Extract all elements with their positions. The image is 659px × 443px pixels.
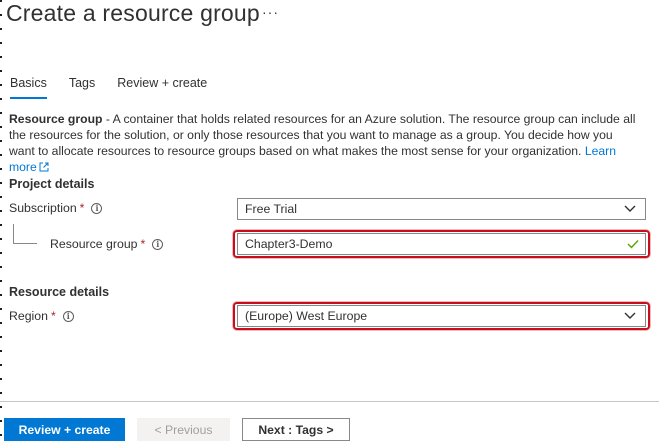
left-dashed-border: [0, 0, 4, 443]
review-create-button[interactable]: Review + create: [4, 418, 125, 441]
region-value: (Europe) West Europe: [245, 309, 368, 323]
chevron-down-icon: [624, 312, 636, 319]
subscription-label-text: Subscription: [9, 201, 77, 215]
subscription-value: Free Trial: [245, 202, 297, 216]
tab-bar: Basics Tags Review + create: [10, 76, 229, 99]
required-marker: *: [140, 237, 146, 251]
resource-group-value: Chapter3-Demo: [245, 237, 333, 251]
info-icon[interactable]: i: [62, 310, 74, 322]
page-title: Create a resource group: [6, 0, 260, 26]
tab-tags[interactable]: Tags: [69, 76, 95, 94]
resource-details-heading: Resource details: [9, 285, 110, 299]
description-term: Resource group: [9, 112, 103, 126]
region-label-text: Region: [9, 309, 48, 323]
subscription-label: Subscription * i: [9, 201, 103, 215]
checkmark-icon: [627, 240, 639, 249]
next-tags-button[interactable]: Next : Tags >: [242, 418, 350, 441]
external-link-icon: [39, 162, 49, 172]
resource-group-label: Resource group * i: [50, 237, 164, 251]
info-icon[interactable]: i: [152, 238, 164, 250]
footer-divider: [0, 401, 659, 402]
description: Resource group - A container that holds …: [9, 111, 637, 175]
tree-connector: [13, 224, 37, 244]
resource-group-label-text: Resource group: [50, 237, 138, 251]
region-label: Region * i: [9, 309, 74, 323]
required-marker: *: [50, 309, 56, 323]
required-marker: *: [79, 201, 85, 215]
tab-basics[interactable]: Basics: [10, 76, 47, 99]
project-details-heading: Project details: [9, 177, 95, 191]
region-dropdown[interactable]: (Europe) West Europe: [237, 305, 646, 327]
resource-group-input[interactable]: Chapter3-Demo: [237, 233, 646, 255]
subscription-dropdown[interactable]: Free Trial: [237, 198, 646, 220]
description-text: - A container that holds related resourc…: [9, 112, 636, 158]
more-options-button[interactable]: ···: [262, 4, 279, 20]
chevron-down-icon: [624, 205, 636, 212]
info-icon[interactable]: i: [91, 202, 103, 214]
tab-review-create[interactable]: Review + create: [117, 76, 207, 94]
previous-button[interactable]: < Previous: [137, 418, 230, 441]
